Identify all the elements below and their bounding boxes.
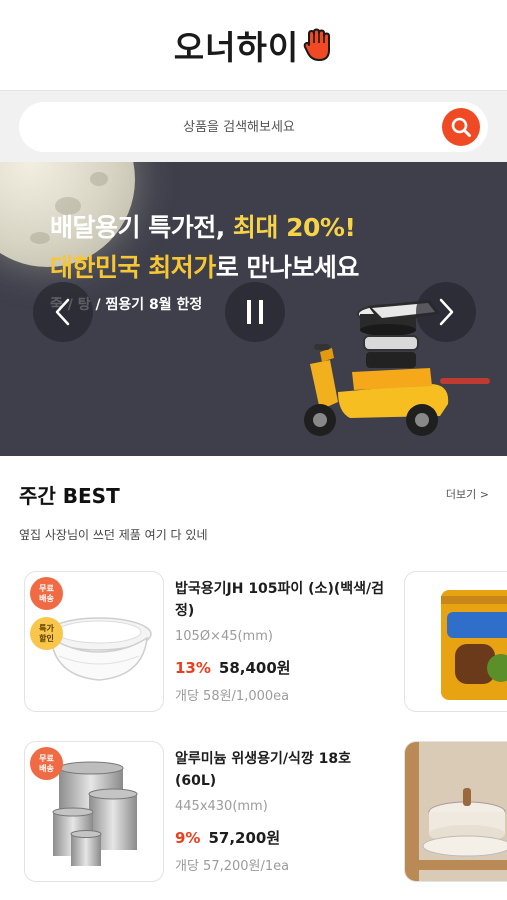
product-discount: 9%: [175, 829, 201, 847]
section-title: 주간 BEST: [19, 484, 120, 508]
hand-icon: [303, 28, 331, 61]
banner-next-button[interactable]: [416, 282, 476, 342]
product-card[interactable]: 무료 배송 특가 할인 밥국용기JH 105파이 (소)(백색/검정) 105Ø…: [0, 567, 507, 717]
free-shipping-badge: 무료 배송: [30, 747, 63, 780]
product-card[interactable]: 무료 배송 알루미늄 위생용기/식깡 18호(60L) 445x430(mm) …: [0, 737, 507, 887]
promo-banner[interactable]: 배달용기 특가전, 최대 20%! 대한민국 최저가로 만나보세요 죽 / 탕 …: [0, 162, 507, 456]
pause-icon: [247, 300, 263, 324]
product-unit-price: 개당 58원/1,000ea: [175, 689, 290, 704]
chevron-left-icon: [55, 298, 70, 326]
chevron-right-icon: [439, 298, 454, 326]
section-subtitle: 옆집 사장님이 쓰던 제품 여기 다 있네: [19, 528, 208, 542]
app-header: 오너하이: [0, 0, 507, 90]
product-unit-price: 개당 57,200원/1ea: [175, 859, 290, 874]
product-image[interactable]: 무료 배송: [24, 741, 164, 882]
special-discount-badge: 특가 할인: [30, 617, 63, 650]
product-discount: 13%: [175, 659, 211, 677]
product-price-row: 9% 57,200원: [175, 827, 280, 848]
next-product-image[interactable]: [404, 571, 507, 712]
product-price-row: 13% 58,400원: [175, 657, 291, 678]
cocoa-canister-image: [441, 590, 507, 700]
more-link[interactable]: 더보기 >: [446, 486, 489, 502]
product-name[interactable]: 알루미늄 위생용기/식깡 18호(60L): [175, 748, 385, 792]
product-price: 57,200원: [208, 829, 281, 847]
search-box: [19, 102, 488, 152]
next-product-image[interactable]: [404, 741, 507, 882]
product-spec: 105Ø×45(mm): [175, 629, 273, 644]
search-bar: [0, 90, 507, 162]
search-icon: [451, 117, 471, 137]
banner-headline-1: 배달용기 특가전, 최대 20%!: [50, 213, 356, 242]
banner-prev-button[interactable]: [33, 282, 93, 342]
pot-set-image: [405, 742, 507, 881]
search-input[interactable]: [39, 102, 439, 152]
banner-headline-2: 대한민국 최저가로 만나보세요: [50, 253, 359, 282]
search-button[interactable]: [442, 108, 480, 146]
product-name[interactable]: 밥국용기JH 105파이 (소)(백색/검정): [175, 578, 385, 622]
product-spec: 445x430(mm): [175, 799, 268, 814]
product-price: 58,400원: [218, 659, 291, 677]
logo[interactable]: 오너하이: [174, 21, 333, 69]
logo-text: 오너하이: [173, 28, 300, 67]
free-shipping-badge: 무료 배송: [30, 577, 63, 610]
product-image[interactable]: 무료 배송 특가 할인: [24, 571, 164, 712]
banner-pause-button[interactable]: [225, 282, 285, 342]
